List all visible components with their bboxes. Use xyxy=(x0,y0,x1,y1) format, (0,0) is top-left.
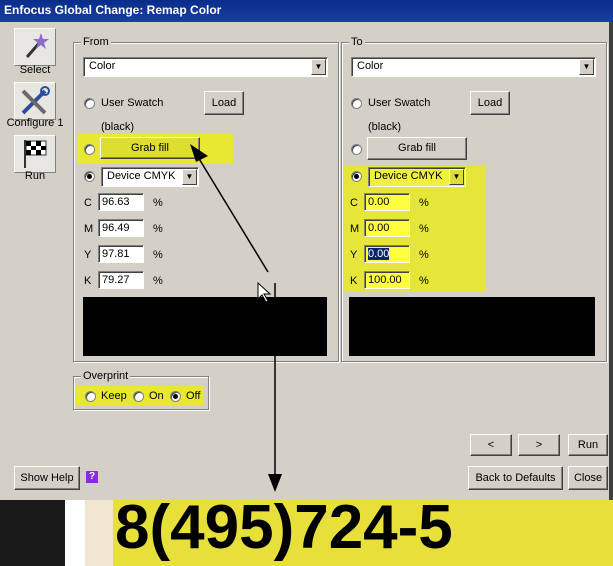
from-m-letter: M xyxy=(84,223,94,235)
run-tool-label: Run xyxy=(24,170,46,182)
from-k-input[interactable]: 79.27 xyxy=(98,271,144,289)
overprint-on-label: On xyxy=(149,390,164,402)
to-mode-value: Color xyxy=(357,60,384,72)
wand-icon xyxy=(25,33,49,58)
from-load-button[interactable]: Load xyxy=(204,91,244,115)
background-document: 8(495)724-5 xyxy=(0,500,613,566)
help-icon[interactable]: ? xyxy=(86,471,98,483)
from-c-letter: C xyxy=(84,197,92,209)
to-c-input[interactable]: 0.00 xyxy=(364,193,410,211)
tools-icon xyxy=(21,86,50,115)
from-y-unit: % xyxy=(153,249,163,261)
chevron-down-icon: ▼ xyxy=(311,59,326,75)
from-group-label: From xyxy=(81,36,111,48)
from-k-unit: % xyxy=(153,275,163,287)
overprint-off-radio[interactable] xyxy=(170,391,181,402)
overprint-keep-radio[interactable] xyxy=(85,391,96,402)
to-color-space-value: Device CMYK xyxy=(374,170,443,182)
select-tool-button[interactable] xyxy=(14,28,56,66)
chevron-down-icon: ▼ xyxy=(449,169,464,185)
title-bar[interactable]: Enfocus Global Change: Remap Color xyxy=(0,0,613,22)
to-m-letter: M xyxy=(350,223,360,235)
checkered-flag-icon xyxy=(24,140,47,168)
back-to-defaults-button[interactable]: Back to Defaults xyxy=(468,466,563,490)
to-y-letter: Y xyxy=(350,249,358,261)
from-user-swatch-label: User Swatch xyxy=(101,97,164,109)
to-grab-fill-radio[interactable] xyxy=(351,144,362,155)
doc-page-edge xyxy=(65,500,85,566)
to-mode-select[interactable]: Color ▼ xyxy=(351,57,596,77)
from-swatch-name: (black) xyxy=(101,121,135,133)
to-y-input[interactable]: 0.00 xyxy=(364,245,410,263)
overprint-group-label: Overprint xyxy=(81,370,131,382)
to-swatch-name: (black) xyxy=(368,121,402,133)
to-grab-fill-button[interactable]: Grab fill xyxy=(367,137,467,160)
overprint-off-label: Off xyxy=(186,390,201,402)
doc-yellow-banner: 8(495)724-5 xyxy=(113,500,613,566)
window-title: Enfocus Global Change: Remap Color xyxy=(4,3,222,17)
from-mode-select[interactable]: Color ▼ xyxy=(83,57,328,77)
configure-tool-button[interactable] xyxy=(14,82,56,120)
to-m-unit: % xyxy=(419,223,429,235)
from-k-letter: K xyxy=(84,275,92,287)
run-button[interactable]: Run xyxy=(568,434,608,456)
to-device-cmyk-radio[interactable] xyxy=(351,171,362,182)
from-grab-fill-button[interactable]: Grab fill xyxy=(100,137,200,159)
to-user-swatch-label: User Swatch xyxy=(368,97,431,109)
to-y-unit: % xyxy=(419,249,429,261)
to-k-unit: % xyxy=(419,275,429,287)
from-grab-fill-radio[interactable] xyxy=(84,144,95,155)
to-user-swatch-radio[interactable] xyxy=(351,98,362,109)
to-load-button[interactable]: Load xyxy=(470,91,510,115)
doc-margin xyxy=(85,500,113,566)
from-m-input[interactable]: 96.49 xyxy=(98,219,144,237)
from-m-unit: % xyxy=(153,223,163,235)
run-tool-button[interactable] xyxy=(14,135,56,173)
configure-tool-label: Configure 1 xyxy=(6,117,64,129)
previous-button[interactable]: < xyxy=(470,434,512,456)
to-color-preview xyxy=(349,297,595,356)
from-color-space-value: Device CMYK xyxy=(107,170,176,182)
chevron-down-icon: ▼ xyxy=(182,169,197,185)
to-color-space-select[interactable]: Device CMYK ▼ xyxy=(368,167,466,187)
show-help-button[interactable]: Show Help xyxy=(14,466,80,490)
from-device-cmyk-radio[interactable] xyxy=(84,171,95,182)
from-y-input[interactable]: 97.81 xyxy=(98,245,144,263)
overprint-keep-label: Keep xyxy=(101,390,127,402)
close-button[interactable]: Close xyxy=(568,466,608,490)
to-m-input[interactable]: 0.00 xyxy=(364,219,410,237)
overprint-on-radio[interactable] xyxy=(133,391,144,402)
from-c-input[interactable]: 96.63 xyxy=(98,193,144,211)
from-mode-value: Color xyxy=(89,60,116,72)
from-y-letter: Y xyxy=(84,249,92,261)
phone-number-text: 8(495)724-5 xyxy=(115,500,453,562)
to-c-unit: % xyxy=(419,197,429,209)
from-color-preview xyxy=(83,297,327,356)
to-k-letter: K xyxy=(350,275,358,287)
to-group-label: To xyxy=(349,36,365,48)
window-right-edge xyxy=(609,22,613,500)
chevron-down-icon: ▼ xyxy=(579,59,594,75)
to-y-selected-text: 0.00 xyxy=(368,248,390,260)
to-c-letter: C xyxy=(350,197,358,209)
from-c-unit: % xyxy=(153,197,163,209)
to-k-input[interactable]: 100.00 xyxy=(364,271,410,289)
from-color-space-select[interactable]: Device CMYK ▼ xyxy=(101,167,199,187)
next-button[interactable]: > xyxy=(518,434,560,456)
select-tool-label: Select xyxy=(19,64,51,76)
from-user-swatch-radio[interactable] xyxy=(84,98,95,109)
arrowhead-document xyxy=(268,474,282,492)
